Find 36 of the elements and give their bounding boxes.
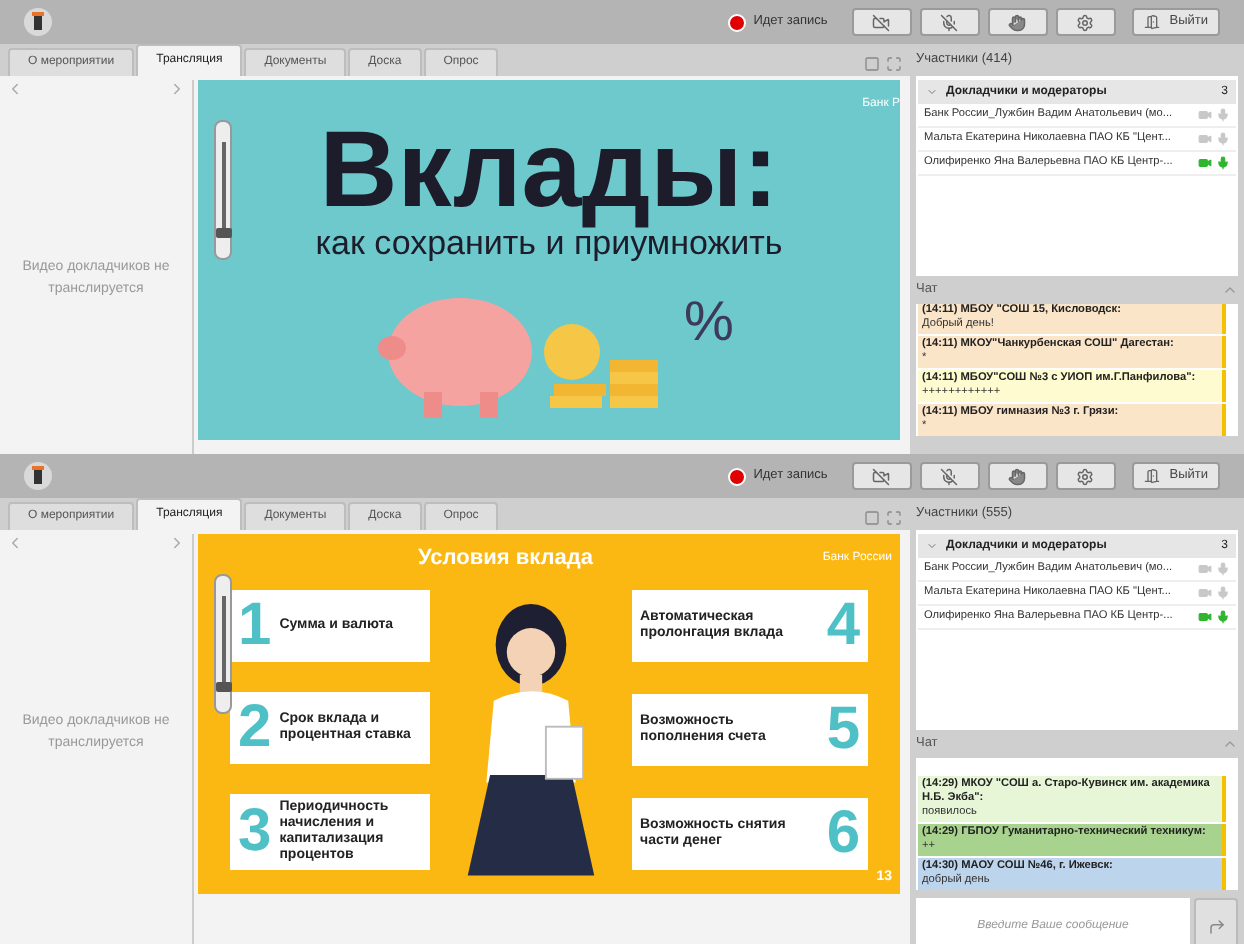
logo-icon	[24, 8, 52, 36]
zoom-slider[interactable]	[214, 574, 232, 714]
mic-off-button[interactable]	[919, 8, 980, 36]
settings-icon	[1076, 13, 1095, 31]
microphone-off-icon	[940, 13, 959, 31]
slide-title: Вклады:	[319, 116, 779, 224]
slider-thumb[interactable]	[215, 681, 231, 692]
condition-number: 2	[238, 698, 272, 759]
camera-off-button[interactable]	[851, 462, 912, 490]
hand-button[interactable]	[987, 462, 1048, 490]
condition-number: 6	[826, 804, 860, 865]
condition-number: 4	[826, 596, 860, 657]
settings-icon	[1076, 467, 1095, 485]
condition-number: 3	[238, 802, 272, 863]
percent-sign: %	[684, 288, 734, 356]
door-icon	[1143, 14, 1160, 30]
mic-off-button[interactable]	[919, 462, 980, 490]
camera-off-icon	[872, 13, 891, 31]
condition-number: 5	[826, 700, 860, 761]
camera-off-button[interactable]	[851, 8, 912, 36]
condition-number: 1	[238, 596, 272, 657]
zoom-slider[interactable]	[214, 120, 232, 260]
logo-icon	[24, 462, 52, 490]
settings-button[interactable]	[1055, 8, 1116, 36]
hand-icon	[1008, 13, 1027, 31]
hand-button[interactable]	[987, 8, 1048, 36]
door-icon	[1143, 468, 1160, 484]
hand-icon	[1008, 467, 1027, 485]
slide-title: Условия вклада	[418, 544, 593, 574]
slider-thumb[interactable]	[215, 227, 231, 238]
camera-off-icon	[872, 467, 891, 485]
caret-icon	[926, 540, 938, 552]
send-icon	[1207, 917, 1225, 935]
settings-button[interactable]	[1055, 462, 1116, 490]
caret-icon	[926, 86, 938, 98]
microphone-off-icon	[940, 467, 959, 485]
